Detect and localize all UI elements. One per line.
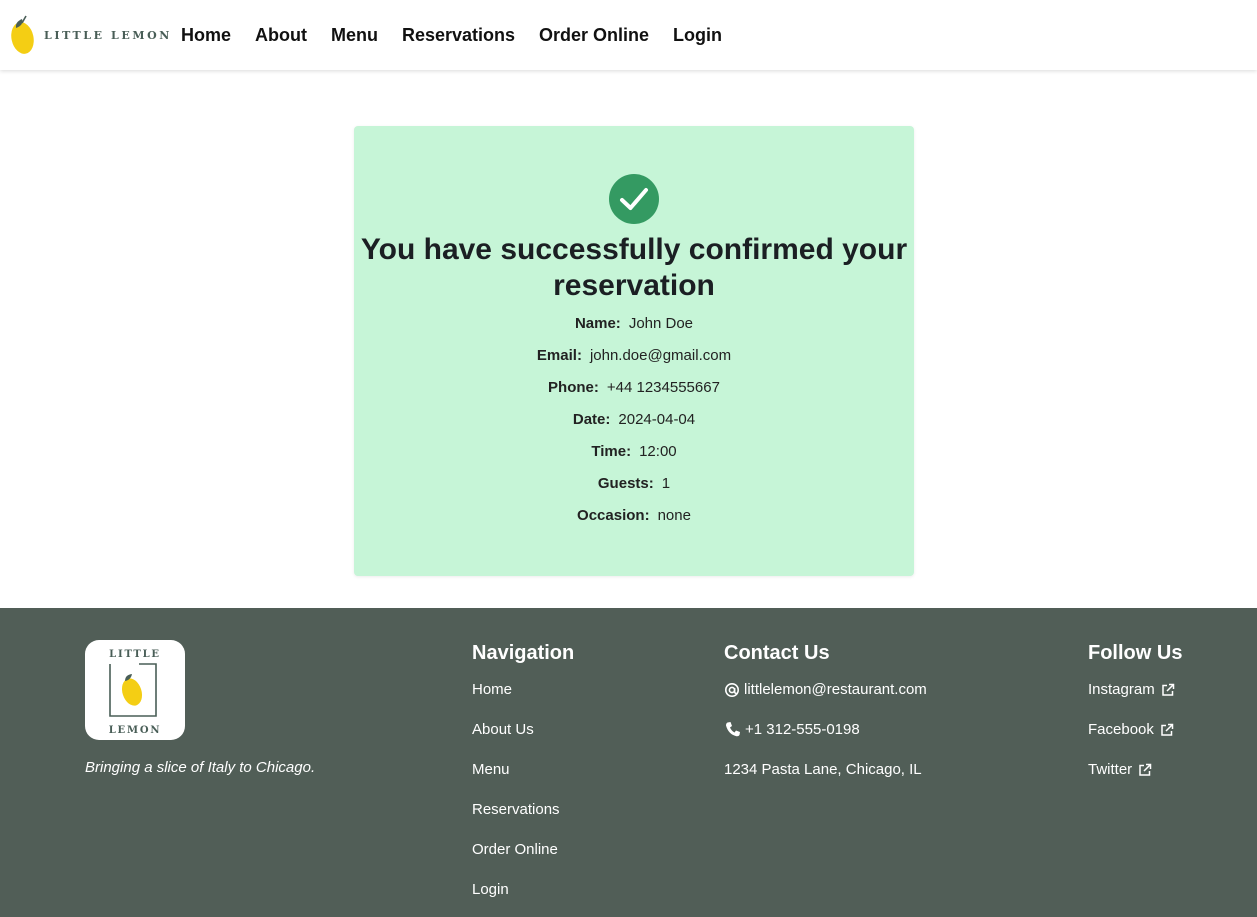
external-link-icon	[1161, 723, 1174, 736]
social-facebook-link[interactable]: Facebook	[1088, 720, 1182, 760]
detail-value: 1	[661, 475, 671, 492]
check-circle-icon	[609, 174, 659, 224]
social-twitter-link[interactable]: Twitter	[1088, 760, 1182, 800]
detail-label: Date:	[572, 411, 611, 428]
site-footer: LITTLE LEMON Bringing a slice of Italy t…	[0, 608, 1257, 917]
confirmation-title: You have successfully confirmed your res…	[360, 233, 908, 302]
detail-label: Guests:	[597, 475, 654, 492]
detail-label: Phone:	[548, 379, 599, 396]
contact-phone[interactable]: +1 312-555-0198	[724, 720, 927, 760]
footer-link-about[interactable]: About Us	[472, 720, 574, 760]
footer-tagline: Bringing a slice of Italy to Chicago.	[85, 759, 316, 776]
nav-reservations[interactable]: Reservations	[402, 0, 515, 70]
logo-text: LITTLE LEMON	[44, 28, 172, 42]
main-nav: Home About Menu Reservations Order Onlin…	[181, 0, 746, 70]
nav-menu[interactable]: Menu	[331, 0, 378, 70]
detail-occasion: Occasion: none	[354, 505, 914, 537]
footer-social: Follow Us Instagram Facebook Twitter	[1088, 640, 1182, 800]
detail-label: Time:	[591, 443, 632, 460]
detail-value: John Doe	[628, 315, 694, 332]
nav-login[interactable]: Login	[673, 0, 722, 70]
nav-order-online[interactable]: Order Online	[539, 0, 649, 70]
confirmation-card: You have successfully confirmed your res…	[354, 126, 914, 576]
logo[interactable]: LITTLE LEMON	[10, 0, 172, 70]
footer-nav-heading: Navigation	[472, 642, 575, 664]
footer-logo-top: LITTLE	[109, 649, 161, 660]
lemon-logo-icon	[11, 15, 34, 54]
footer-contact-heading: Contact Us	[724, 642, 830, 664]
nav-home[interactable]: Home	[181, 0, 231, 70]
nav-about[interactable]: About	[255, 0, 307, 70]
footer-navigation: Navigation Home About Us Menu Reservatio…	[472, 640, 574, 917]
lemon-badge-icon: LITTLE LEMON	[109, 649, 162, 736]
detail-value: +44 1234555667	[606, 379, 720, 396]
detail-value: 2024-04-04	[618, 411, 696, 428]
detail-value: none	[657, 507, 691, 524]
site-header: LITTLE LEMON Home About Menu Reservation…	[0, 0, 1257, 70]
reservation-details: Name: John Doe Email: john.doe@gmail.com P…	[354, 313, 914, 537]
contact-address: 1234 Pasta Lane, Chicago, IL	[724, 761, 922, 778]
detail-value: john.doe@gmail.com	[589, 347, 732, 364]
detail-value: 12:00	[639, 443, 677, 460]
detail-time: Time: 12:00	[354, 441, 914, 473]
detail-date: Date: 2024-04-04	[354, 409, 914, 441]
footer-link-home[interactable]: Home	[472, 680, 574, 720]
footer-link-reservations[interactable]: Reservations	[472, 800, 574, 840]
footer-link-order-online[interactable]: Order Online	[472, 840, 574, 880]
detail-label: Occasion:	[577, 507, 650, 524]
footer-logo[interactable]: LITTLE LEMON	[85, 640, 185, 740]
detail-phone: Phone: +44 1234555667	[354, 377, 914, 409]
detail-guests: Guests: 1	[354, 473, 914, 505]
detail-label: Email:	[536, 347, 582, 364]
external-link-icon	[1139, 763, 1152, 776]
at-sign-icon	[725, 683, 739, 697]
footer-contact: Contact Us littlelemon@restaurant.com +1…	[724, 640, 927, 800]
footer-link-menu[interactable]: Menu	[472, 760, 574, 800]
detail-email: Email: john.doe@gmail.com	[354, 345, 914, 377]
footer-social-heading: Follow Us	[1088, 642, 1183, 664]
footer-link-login[interactable]: Login	[472, 880, 574, 917]
contact-email[interactable]: littlelemon@restaurant.com	[724, 680, 927, 720]
phone-icon	[726, 722, 740, 737]
detail-label: Name:	[574, 315, 621, 332]
footer-logo-bottom: LEMON	[109, 725, 162, 736]
external-link-icon	[1161, 683, 1174, 696]
detail-name: Name: John Doe	[354, 313, 914, 345]
social-instagram-link[interactable]: Instagram	[1088, 680, 1182, 720]
